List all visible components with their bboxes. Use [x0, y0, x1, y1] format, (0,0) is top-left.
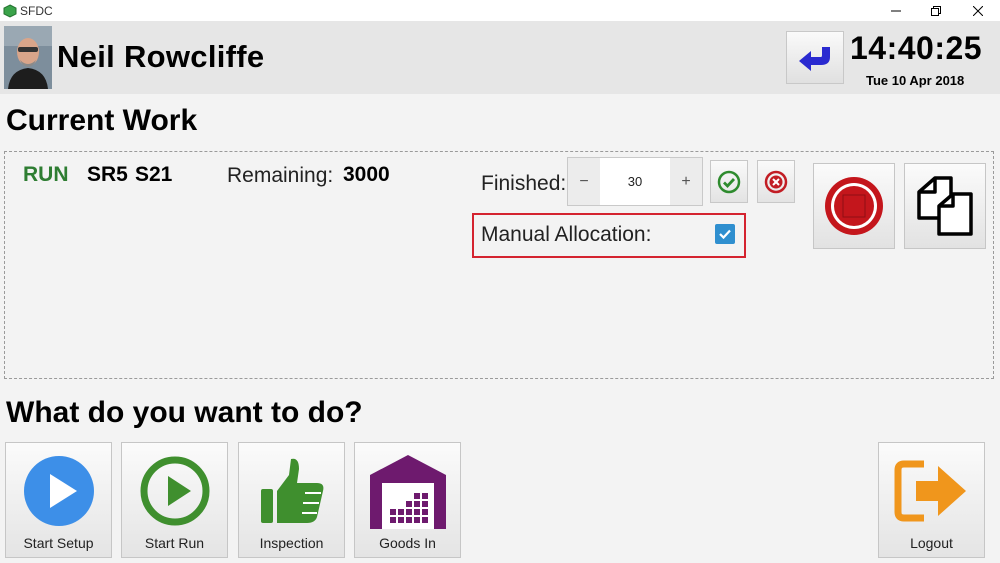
window-titlebar: SFDC [0, 0, 1000, 21]
warehouse-icon [369, 454, 446, 529]
start-run-button[interactable]: Start Run [121, 442, 228, 558]
finished-stepper: − 30 + [567, 157, 703, 206]
window-title: SFDC [20, 4, 53, 18]
back-arrow-icon [799, 46, 830, 71]
start-run-label: Start Run [144, 535, 205, 551]
user-header: Neil Rowcliffe 14:40:25 Tue 10 Apr 2018 [0, 21, 1000, 94]
logout-label: Logout [910, 535, 953, 551]
current-work-heading: Current Work [6, 104, 198, 137]
work-code-secondary: S21 [135, 163, 173, 186]
minimize-button[interactable] [876, 0, 916, 21]
start-setup-button[interactable]: Start Setup [5, 442, 112, 558]
goods-in-button[interactable]: Goods In [354, 442, 461, 558]
copy-icon [917, 176, 973, 236]
copy-button[interactable] [904, 163, 986, 249]
x-circle-icon [764, 170, 788, 193]
play-circle-icon [23, 455, 94, 526]
thumbs-up-icon [260, 458, 323, 523]
remaining-value: 3000 [343, 163, 390, 186]
back-button[interactable] [786, 31, 844, 84]
restore-button[interactable] [916, 0, 956, 21]
logout-icon [894, 460, 966, 521]
check-circle-icon [717, 170, 741, 193]
logout-button[interactable]: Logout [878, 442, 985, 558]
cancel-finished-button[interactable] [757, 160, 795, 203]
minimize-icon [891, 10, 901, 11]
increment-button[interactable]: + [670, 158, 702, 205]
actions-heading: What do you want to do? [6, 396, 363, 429]
close-button[interactable] [958, 0, 998, 21]
play-outline-icon [140, 456, 209, 525]
start-setup-label: Start Setup [23, 535, 94, 551]
close-icon [973, 5, 983, 16]
checkmark-icon [719, 229, 731, 240]
confirm-finished-button[interactable] [710, 160, 748, 203]
clock-time: 14:40:25 [850, 30, 983, 66]
avatar-photo [4, 26, 52, 89]
clock-date: Tue 10 Apr 2018 [866, 73, 965, 88]
inspection-button[interactable]: Inspection [238, 442, 345, 558]
stop-button[interactable] [813, 163, 895, 249]
manual-allocation-label: Manual Allocation: [481, 223, 652, 246]
work-status: RUN [23, 163, 69, 186]
manual-allocation-checkbox[interactable] [715, 224, 735, 244]
work-code-primary: SR5 [87, 163, 128, 186]
stop-circle-icon [825, 177, 883, 235]
inspection-label: Inspection [259, 535, 324, 551]
finished-label: Finished: [481, 172, 567, 195]
goods-in-label: Goods In [379, 535, 436, 551]
avatar[interactable] [4, 26, 52, 89]
remaining-label: Remaining: [227, 164, 334, 187]
finished-quantity-input[interactable]: 30 [600, 158, 670, 205]
restore-icon [931, 5, 941, 16]
app-icon [3, 4, 17, 18]
user-name: Neil Rowcliffe [57, 39, 265, 74]
decrement-button[interactable]: − [568, 158, 600, 205]
